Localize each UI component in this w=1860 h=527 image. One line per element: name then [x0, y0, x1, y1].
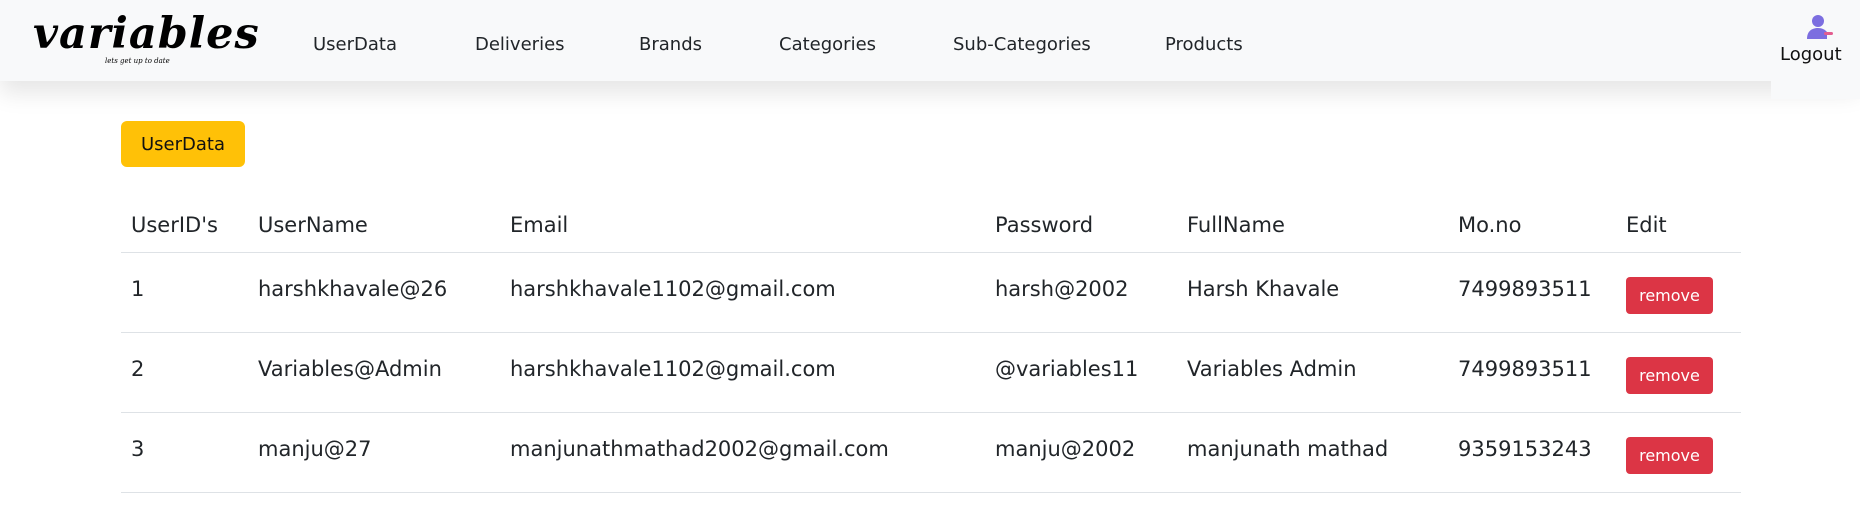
cell-email: harshkhavale1102@gmail.com — [500, 252, 985, 333]
cell-fullname: manjunath mathad — [1177, 412, 1448, 493]
logout-button[interactable]: Logout — [1771, 0, 1860, 99]
cell-userid: 1 — [121, 252, 248, 333]
header-password: Password — [985, 200, 1177, 253]
cell-mobile: 7499893511 — [1448, 332, 1616, 413]
brand-tagline: lets get up to date — [105, 57, 170, 65]
cell-fullname: Variables Admin — [1177, 332, 1448, 413]
cell-password: harsh@2002 — [985, 252, 1177, 333]
cell-userid: 2 — [121, 332, 248, 413]
nav-link-sub-categories[interactable]: Sub-Categories — [953, 33, 1091, 57]
cell-username: harshkhavale@26 — [248, 252, 500, 333]
table-row: 1 harshkhavale@26 harshkhavale1102@gmail… — [121, 252, 1741, 333]
brand-logo[interactable]: variables lets get up to date — [33, 10, 259, 72]
cell-username: Variables@Admin — [248, 332, 500, 413]
nav-link-categories[interactable]: Categories — [779, 33, 876, 57]
top-navbar: variables lets get up to date UserData D… — [0, 0, 1860, 81]
table-header-row: UserID's UserName Email Password FullNam… — [121, 200, 1741, 253]
user-icon — [1806, 13, 1834, 41]
cell-mobile: 9359153243 — [1448, 412, 1616, 493]
cell-mobile: 7499893511 — [1448, 252, 1616, 333]
table-row: 3 manju@27 manjunathmathad2002@gmail.com… — [121, 412, 1741, 493]
cell-email: manjunathmathad2002@gmail.com — [500, 412, 985, 493]
cell-password: manju@2002 — [985, 412, 1177, 493]
header-username: UserName — [248, 200, 500, 253]
brand-name: variables — [33, 9, 260, 59]
remove-button[interactable]: remove — [1626, 276, 1713, 314]
cell-password: @variables11 — [985, 332, 1177, 413]
cell-username: manju@27 — [248, 412, 500, 493]
cell-edit: remove — [1616, 412, 1741, 493]
cell-email: harshkhavale1102@gmail.com — [500, 332, 985, 413]
cell-edit: remove — [1616, 252, 1741, 333]
remove-button[interactable]: remove — [1626, 356, 1713, 394]
nav-link-brands[interactable]: Brands — [639, 33, 702, 57]
nav-link-userdata[interactable]: UserData — [313, 33, 397, 57]
header-mobile: Mo.no — [1448, 200, 1616, 253]
header-edit: Edit — [1616, 200, 1741, 253]
table-row: 2 Variables@Admin harshkhavale1102@gmail… — [121, 332, 1741, 413]
cell-edit: remove — [1616, 332, 1741, 413]
cell-fullname: Harsh Khavale — [1177, 252, 1448, 333]
header-userid: UserID's — [121, 200, 248, 253]
userdata-section-button[interactable]: UserData — [121, 121, 245, 167]
remove-button[interactable]: remove — [1626, 436, 1713, 474]
user-data-table: UserID's UserName Email Password FullNam… — [121, 200, 1741, 493]
cell-userid: 3 — [121, 412, 248, 493]
nav-link-products[interactable]: Products — [1165, 33, 1243, 57]
header-fullname: FullName — [1177, 200, 1448, 253]
logout-label: Logout — [1780, 44, 1842, 65]
nav-link-deliveries[interactable]: Deliveries — [475, 33, 565, 57]
header-email: Email — [500, 200, 985, 253]
